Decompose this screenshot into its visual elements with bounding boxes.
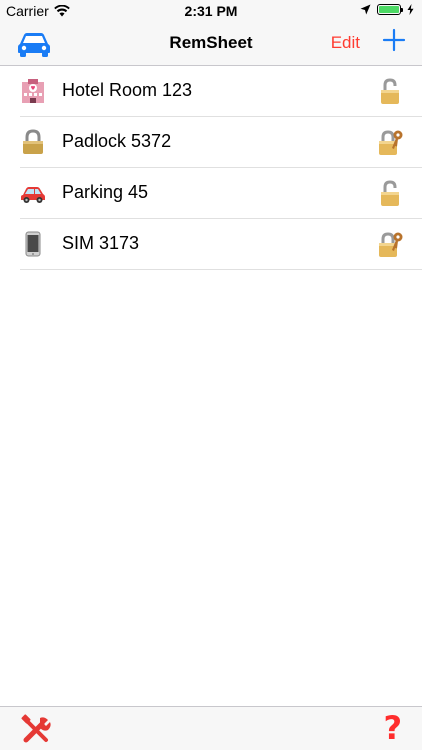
item-label: Padlock 5372 [62,131,172,151]
phone-icon [25,231,41,257]
status-right [360,4,414,15]
battery-icon [377,4,403,15]
list-item[interactable]: SIM 3173 [20,219,422,270]
car-icon [21,187,45,203]
charging-bolt-icon [407,4,414,15]
help-button[interactable]: ? [383,709,402,747]
plus-icon[interactable] [382,28,406,52]
open-lock-icon[interactable] [376,179,404,207]
open-lock-icon[interactable] [376,77,404,105]
navigation-bar: RemSheet Edit [0,22,422,66]
list-item[interactable]: Padlock 5372 [20,117,422,168]
list-item[interactable]: Parking 45 [20,168,422,219]
tools-icon[interactable] [20,714,52,746]
item-list: Hotel Room 123 Padlock 5372 Parking 45 S… [0,66,422,270]
locked-with-key-icon[interactable] [376,128,404,156]
battery-fill [379,6,399,13]
status-bar: Carrier 2:31 PM [0,0,422,22]
list-item[interactable]: Hotel Room 123 [20,66,422,117]
edit-button[interactable]: Edit [331,33,360,53]
locked-with-key-icon[interactable] [376,230,404,258]
location-arrow-icon [360,4,371,15]
item-label: Parking 45 [62,182,149,202]
hotel-icon [22,79,44,103]
bottom-toolbar: ? [0,706,422,750]
status-time: 2:31 PM [184,3,238,19]
padlock-icon [23,129,43,154]
item-label: Hotel Room 123 [62,80,193,100]
item-label: SIM 3173 [62,233,140,253]
